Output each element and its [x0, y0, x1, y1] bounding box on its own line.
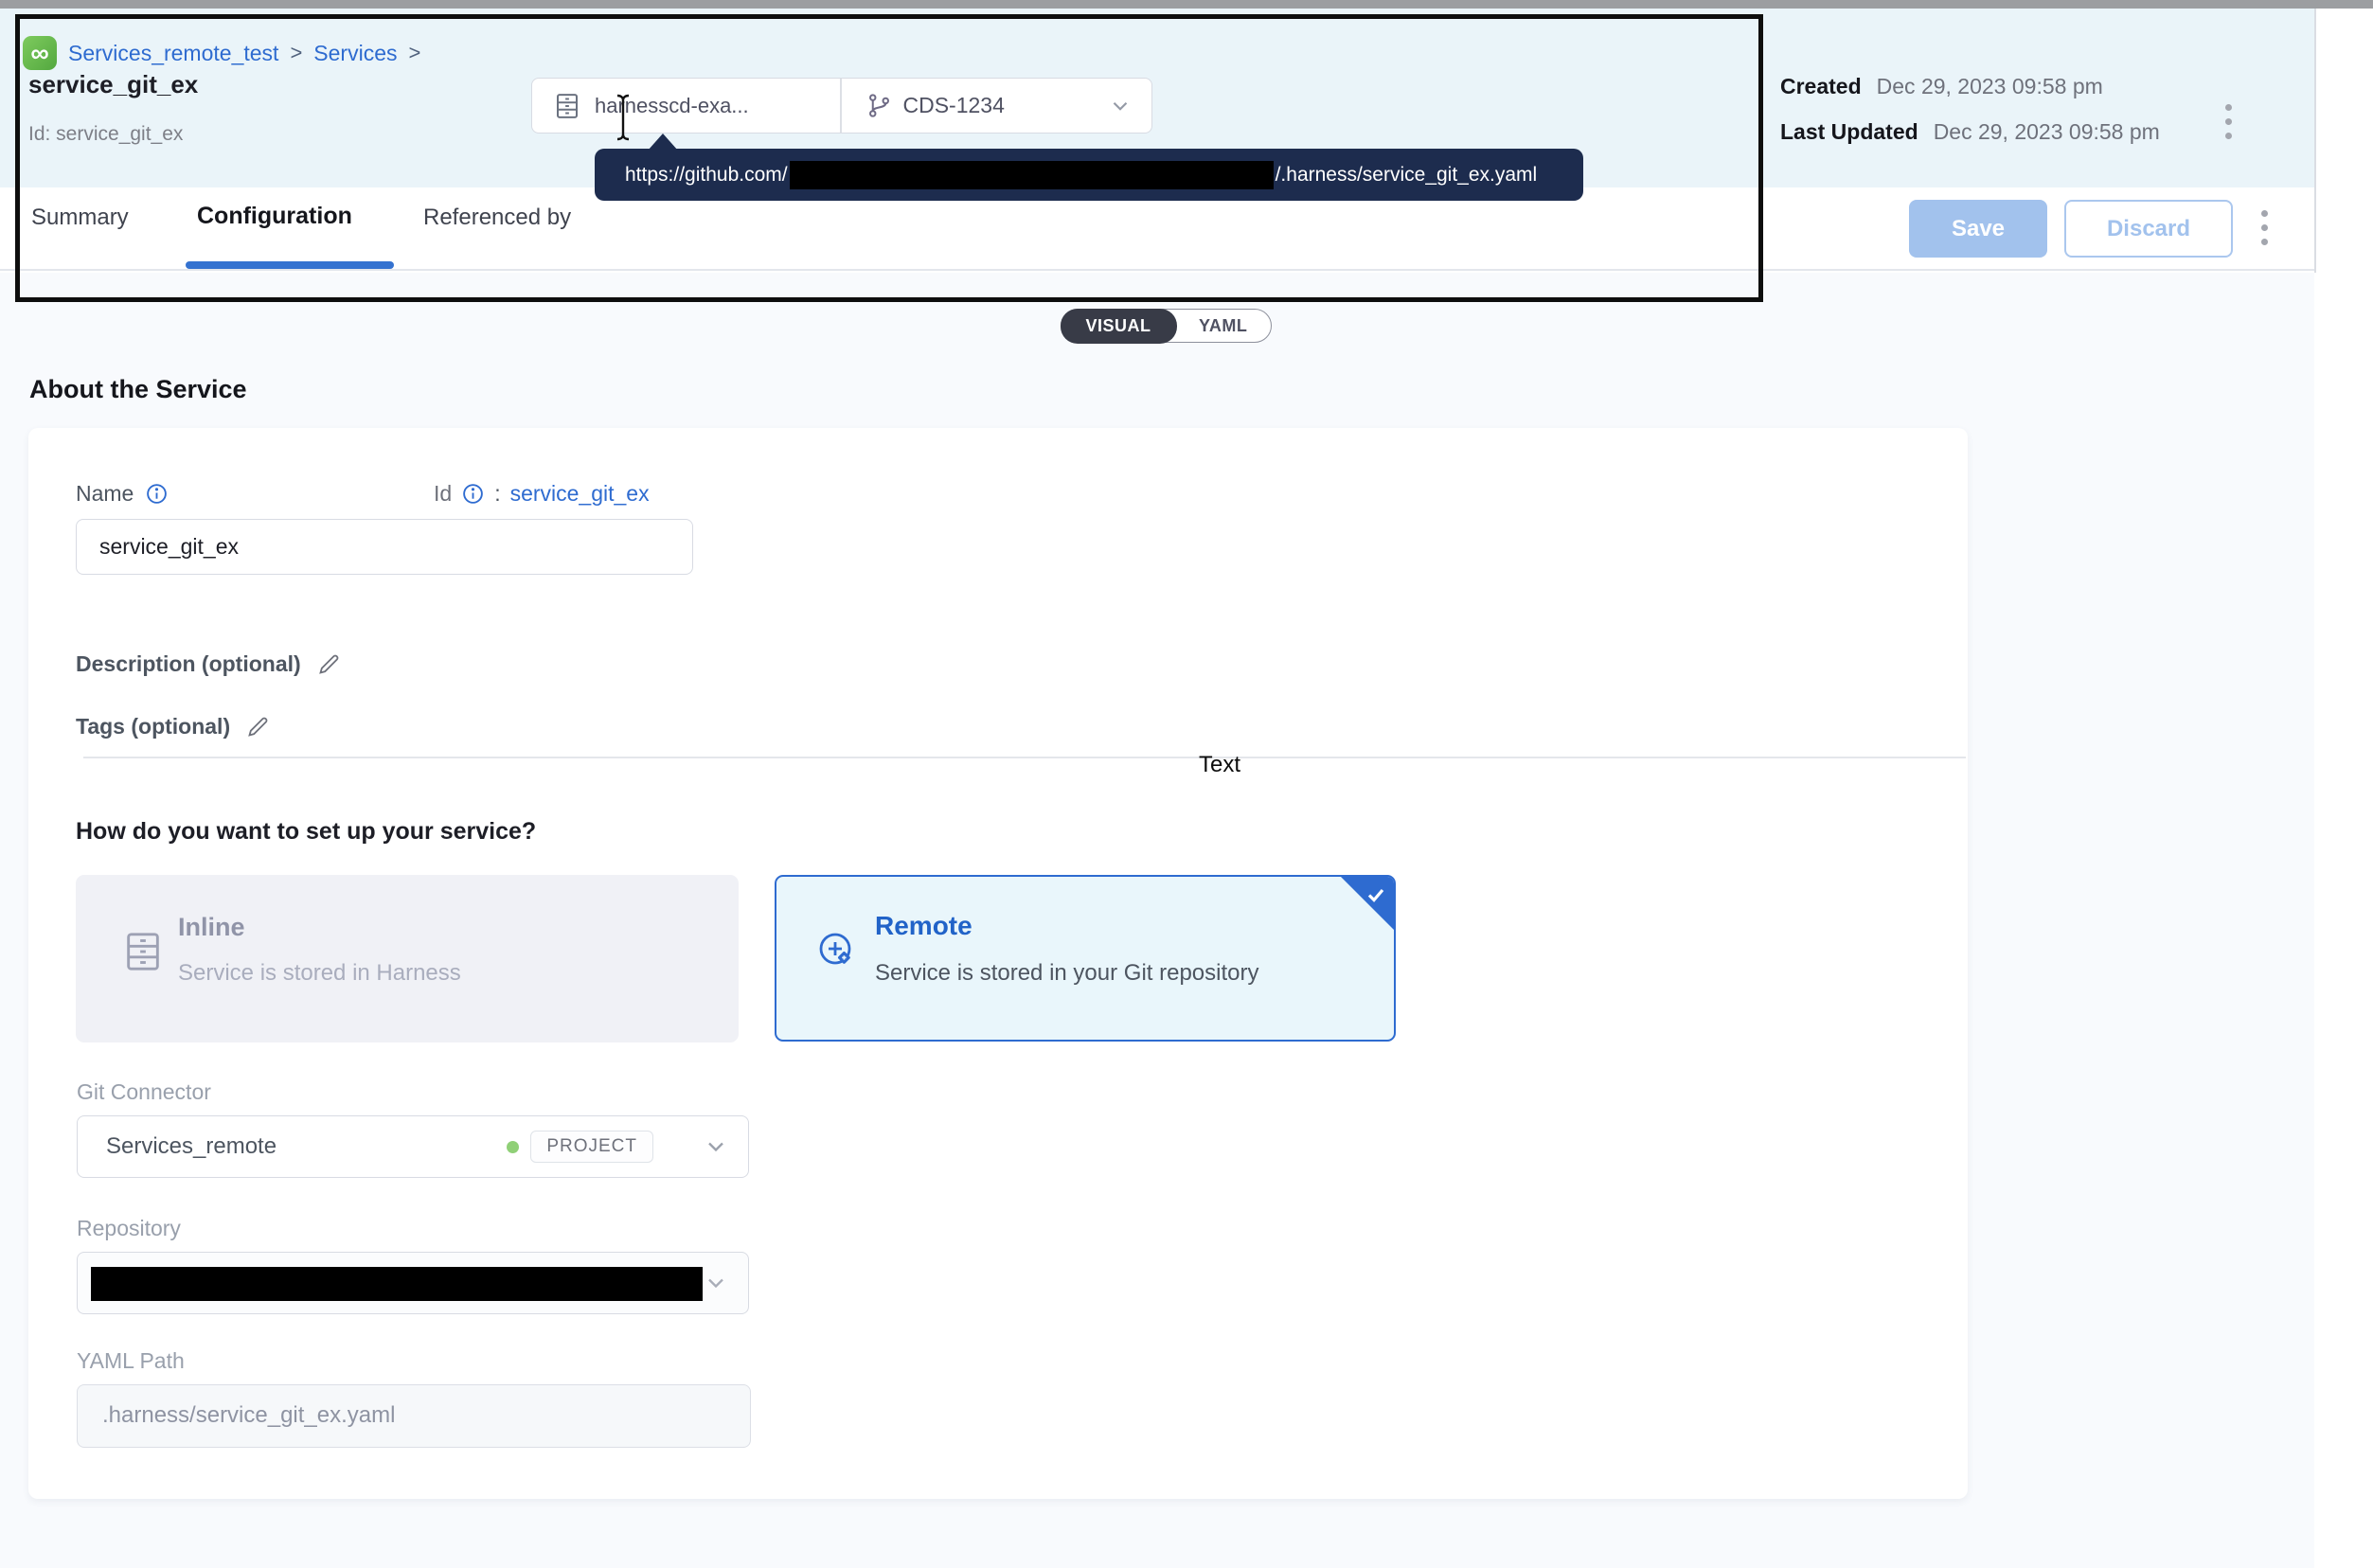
- toggle-yaml[interactable]: YAML: [1175, 310, 1271, 342]
- created-meta: Created Dec 29, 2023 09:58 pm: [1780, 74, 2103, 99]
- name-label: Name: [76, 481, 134, 507]
- edit-pencil-icon[interactable]: [316, 651, 342, 677]
- name-label-row: Name: [76, 481, 169, 507]
- tooltip-url-prefix: https://github.com/: [625, 164, 788, 187]
- remote-option-title: Remote: [875, 911, 972, 941]
- redacted-repository-value: [91, 1267, 703, 1301]
- name-input[interactable]: service_git_ex: [76, 519, 693, 575]
- connector-status-dot: [507, 1141, 519, 1153]
- visual-yaml-toggle: VISUAL YAML: [1061, 309, 1272, 343]
- tags-label: Tags (optional): [76, 714, 230, 739]
- breadcrumb-project-link[interactable]: Services_remote_test: [68, 41, 278, 66]
- git-branch-icon: [866, 93, 892, 118]
- header-more-options-kebab-icon[interactable]: [2225, 104, 2232, 139]
- setup-question-heading: How do you want to set up your service?: [76, 818, 536, 846]
- save-button[interactable]: Save: [1909, 200, 2047, 258]
- about-service-card: Name Id : service_git_ex service_git_ex …: [28, 428, 1968, 1499]
- remote-option-subtitle: Service is stored in your Git repository: [875, 960, 1258, 987]
- card-divider: [83, 757, 1966, 758]
- file-url-tooltip: https://github.com/ /.harness/service_gi…: [595, 149, 1583, 201]
- breadcrumb-services-link[interactable]: Services: [313, 41, 397, 66]
- tags-row: Tags (optional): [76, 714, 271, 739]
- inline-option-card[interactable]: Inline Service is stored in Harness: [76, 875, 739, 1042]
- chevron-down-icon[interactable]: [703, 1270, 729, 1296]
- page-title: service_git_ex: [28, 70, 198, 99]
- info-icon[interactable]: [461, 482, 485, 506]
- created-label: Created: [1780, 74, 1862, 99]
- repository-drawer-icon: [553, 92, 581, 120]
- discard-button[interactable]: Discard: [2064, 200, 2233, 258]
- redacted-url-block: [790, 161, 1274, 189]
- created-value: Dec 29, 2023 09:58 pm: [1877, 74, 2103, 99]
- repository-select[interactable]: [77, 1252, 749, 1314]
- section-heading-about: About the Service: [29, 375, 247, 404]
- last-updated-label: Last Updated: [1780, 119, 1918, 145]
- last-updated-value: Dec 29, 2023 09:58 pm: [1934, 119, 2160, 145]
- id-row: Id : service_git_ex: [434, 481, 650, 507]
- id-colon: :: [494, 481, 500, 507]
- chevron-down-icon[interactable]: [1108, 94, 1133, 118]
- repository-segment[interactable]: harnesscd-exa...: [532, 92, 840, 120]
- breadcrumb: ∞ Services_remote_test > Services >: [23, 36, 420, 70]
- service-id-text: Id: service_git_ex: [28, 123, 183, 146]
- git-connector-value: Services_remote: [78, 1133, 277, 1160]
- id-label: Id: [434, 481, 452, 507]
- scope-badge: PROJECT: [530, 1131, 653, 1163]
- branch-name: CDS-1234: [903, 93, 1005, 118]
- inline-option-subtitle: Service is stored in Harness: [178, 960, 461, 987]
- remote-git-icon: [814, 928, 860, 973]
- edit-pencil-icon[interactable]: [245, 714, 271, 739]
- stray-text-label: Text: [1199, 752, 1240, 778]
- remote-option-card[interactable]: Remote Service is stored in your Git rep…: [775, 875, 1396, 1042]
- tab-summary[interactable]: Summary: [31, 205, 129, 231]
- breadcrumb-separator: >: [409, 41, 421, 65]
- git-connector-select[interactable]: Services_remote PROJECT: [77, 1115, 749, 1178]
- toggle-visual[interactable]: VISUAL: [1061, 309, 1177, 344]
- harness-cd-logo-icon: ∞: [23, 36, 57, 70]
- tab-referenced-by[interactable]: Referenced by: [423, 205, 571, 231]
- info-icon[interactable]: [145, 482, 169, 506]
- yaml-path-label: YAML Path: [77, 1348, 185, 1374]
- inline-option-title: Inline: [178, 913, 245, 942]
- breadcrumb-separator: >: [290, 41, 302, 65]
- text-cursor-icon: [612, 93, 634, 142]
- repository-label: Repository: [77, 1216, 181, 1241]
- chevron-down-icon[interactable]: [703, 1133, 729, 1160]
- tab-configuration[interactable]: Configuration: [197, 203, 352, 230]
- last-updated-meta: Last Updated Dec 29, 2023 09:58 pm: [1780, 119, 2160, 145]
- active-tab-underline: [186, 261, 394, 269]
- git-connector-label: Git Connector: [77, 1079, 211, 1105]
- description-row: Description (optional): [76, 651, 342, 677]
- branch-segment[interactable]: CDS-1234: [842, 93, 1152, 118]
- inline-storage-drawer-icon: [121, 930, 165, 973]
- window-top-strip: [0, 0, 2373, 9]
- yaml-path-input[interactable]: .harness/service_git_ex.yaml: [77, 1384, 751, 1448]
- toolbar-more-options-kebab-icon[interactable]: [2261, 210, 2268, 245]
- tooltip-arrow: [648, 134, 678, 151]
- tooltip-url-suffix: /.harness/service_git_ex.yaml: [1276, 164, 1538, 187]
- description-label: Description (optional): [76, 651, 301, 677]
- check-icon: [1365, 883, 1387, 906]
- page-right-divider: [2314, 9, 2316, 273]
- id-value-link[interactable]: service_git_ex: [510, 481, 650, 507]
